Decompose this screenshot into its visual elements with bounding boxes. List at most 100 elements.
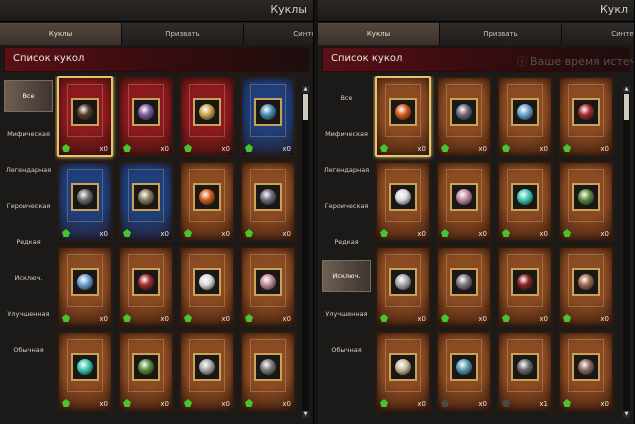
doll-card[interactable]: x0 (497, 246, 553, 327)
doll-card[interactable]: x0 (118, 161, 174, 242)
doll-card[interactable]: x0 (118, 246, 174, 327)
category-5[interactable]: Исключ. (322, 260, 371, 292)
doll-avatar (578, 359, 594, 375)
doll-card[interactable]: x0 (118, 76, 174, 157)
doll-count: x0 (417, 230, 426, 238)
doll-avatar (456, 274, 472, 290)
category-3[interactable]: Героическая (4, 188, 53, 224)
doll-count: x0 (478, 145, 487, 153)
doll-card[interactable]: x0 (558, 246, 614, 327)
tab-2[interactable]: Синте (562, 23, 634, 45)
tab-0[interactable]: Куклы (0, 23, 122, 45)
scroll-up-arrow-icon[interactable]: ▲ (623, 86, 630, 93)
tab-0[interactable]: Куклы (318, 23, 440, 45)
window-title: Кукл (600, 3, 628, 16)
doll-card[interactable]: x0 (375, 76, 431, 157)
gem-icon (123, 399, 131, 407)
scroll-thumb[interactable] (624, 94, 629, 120)
category-2[interactable]: Легендарная (322, 152, 371, 188)
doll-avatar (578, 274, 594, 290)
doll-card[interactable]: x0 (240, 331, 296, 412)
doll-card[interactable]: x0 (436, 76, 492, 157)
doll-avatar (199, 189, 215, 205)
doll-card[interactable]: x0 (179, 246, 235, 327)
doll-count: x0 (282, 230, 291, 238)
doll-card[interactable]: x0 (240, 76, 296, 157)
doll-card[interactable]: x0 (179, 331, 235, 412)
gem-icon (563, 229, 571, 237)
doll-avatar (260, 189, 276, 205)
category-1[interactable]: Мифическая (322, 116, 371, 152)
gem-icon (123, 314, 131, 322)
scroll-up-arrow-icon[interactable]: ▲ (302, 86, 309, 93)
doll-avatar (395, 274, 411, 290)
category-0[interactable]: Все (322, 80, 371, 116)
doll-portrait (193, 98, 221, 126)
doll-avatar (456, 189, 472, 205)
doll-avatar (199, 274, 215, 290)
category-7[interactable]: Обычная (322, 332, 371, 368)
doll-avatar (260, 359, 276, 375)
doll-avatar (138, 104, 154, 120)
doll-card[interactable]: x0 (375, 331, 431, 412)
doll-card[interactable]: x0 (497, 161, 553, 242)
category-1[interactable]: Мифическая (4, 116, 53, 152)
doll-avatar (395, 359, 411, 375)
doll-card[interactable]: x0 (436, 246, 492, 327)
gem-icon (245, 144, 253, 152)
doll-card[interactable]: x0 (497, 76, 553, 157)
scroll-thumb[interactable] (303, 94, 308, 120)
doll-card[interactable]: x0 (179, 161, 235, 242)
doll-card[interactable]: x0 (179, 76, 235, 157)
category-4[interactable]: Редкая (4, 224, 53, 260)
category-6[interactable]: Улучшенная (4, 296, 53, 332)
doll-card[interactable]: x0 (436, 161, 492, 242)
doll-portrait (254, 98, 282, 126)
doll-count: x0 (99, 315, 108, 323)
category-4[interactable]: Редкая (322, 224, 371, 260)
category-0[interactable]: Все (4, 80, 53, 112)
tab-1[interactable]: Призвать (440, 23, 562, 45)
doll-card[interactable]: x0 (558, 331, 614, 412)
scroll-down-arrow-icon[interactable]: ▼ (623, 411, 630, 418)
doll-card[interactable]: x0 (57, 246, 113, 327)
doll-card[interactable]: x0 (375, 161, 431, 242)
window-title: Куклы (270, 3, 307, 16)
doll-portrait (132, 268, 160, 296)
category-3[interactable]: Героическая (322, 188, 371, 224)
doll-count: x0 (99, 400, 108, 408)
grid-scrollbar[interactable]: ▲ ▼ (623, 86, 630, 418)
tab-2[interactable]: Синте (244, 23, 313, 45)
doll-card[interactable]: x0 (558, 161, 614, 242)
doll-card[interactable]: x1 (497, 331, 553, 412)
category-5[interactable]: Исключ. (4, 260, 53, 296)
category-7[interactable]: Обычная (4, 332, 53, 368)
doll-card[interactable]: x0 (57, 161, 113, 242)
gem-icon (184, 229, 192, 237)
gem-icon (184, 144, 192, 152)
doll-card[interactable]: x0 (375, 246, 431, 327)
gem-icon (380, 399, 388, 407)
doll-count: x0 (221, 145, 230, 153)
doll-list-header: Список кукол ⓘ Ваше время истеч (322, 47, 634, 72)
doll-card[interactable]: x0 (240, 246, 296, 327)
doll-portrait (193, 183, 221, 211)
doll-card[interactable]: x0 (57, 76, 113, 157)
doll-card[interactable]: x0 (240, 161, 296, 242)
gem-icon (245, 314, 253, 322)
doll-card[interactable]: x0 (436, 331, 492, 412)
doll-portrait (389, 183, 417, 211)
doll-portrait (71, 183, 99, 211)
doll-card[interactable]: x0 (57, 331, 113, 412)
grid-scrollbar[interactable]: ▲ ▼ (302, 86, 309, 418)
scroll-down-arrow-icon[interactable]: ▼ (302, 411, 309, 418)
category-2[interactable]: Легендарная (4, 152, 53, 188)
doll-avatar (77, 104, 93, 120)
doll-card[interactable]: x0 (558, 76, 614, 157)
gem-icon (245, 229, 253, 237)
doll-card[interactable]: x0 (118, 331, 174, 412)
category-6[interactable]: Улучшенная (322, 296, 371, 332)
tab-1[interactable]: Призвать (122, 23, 244, 45)
gem-icon (563, 314, 571, 322)
gem-icon (62, 229, 70, 237)
